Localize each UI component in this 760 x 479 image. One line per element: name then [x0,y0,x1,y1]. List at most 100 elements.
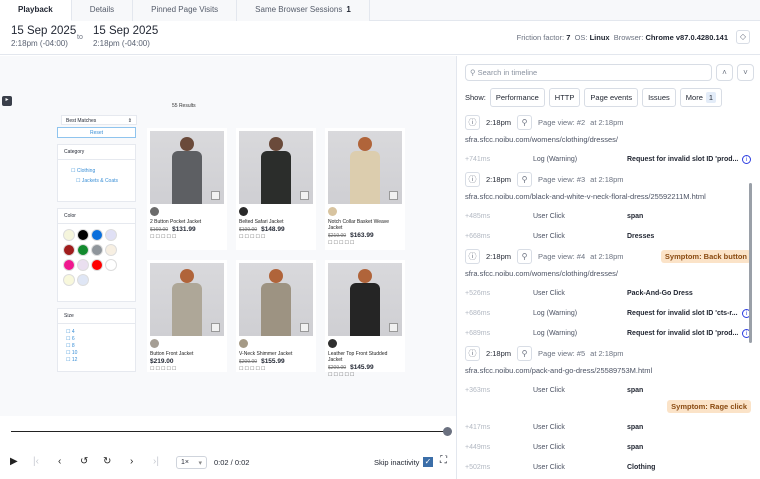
filter-http[interactable]: HTTP [548,88,581,107]
reset-button[interactable]: Reset [57,127,136,138]
chevron-down-icon[interactable]: ˅ [737,64,754,81]
color-chip[interactable] [150,207,159,216]
clock-icon[interactable]: ⓘ [465,115,480,130]
category-clothing[interactable]: ☐ Clothing [71,166,135,176]
tag-button[interactable]: ◇ [736,30,750,44]
tab-details[interactable]: Details [71,0,134,21]
product-image[interactable] [239,263,313,336]
product-image[interactable] [150,131,224,204]
speed-select[interactable]: 1× ▾ [176,456,207,469]
page-view-row[interactable]: ⓘ 2:18pm ⚲ Page view: #4 at 2:18pm Symptom: B… [465,246,751,267]
prev-icon[interactable]: ‹ [58,456,61,467]
page-view-row[interactable]: ⓘ 2:18pm ⚲ Page view: #2 at 2:18pm [465,112,745,133]
color-chip[interactable] [328,339,337,348]
page-view-row[interactable]: ⓘ 2:18pm ⚲ Page view: #5 at 2:18pm [465,343,745,364]
next-icon[interactable]: › [130,456,133,467]
event-row[interactable]: +741ms Log (Warning) Request for invalid s… [465,149,751,169]
info-icon[interactable]: i [742,154,751,164]
page-url[interactable]: sfra.sfcc.noibu.com/womens/clothing/dres… [465,133,745,149]
event-row[interactable]: +449ms User Click span [465,437,745,457]
clock-icon[interactable]: ⓘ [465,172,480,187]
size-option[interactable]: ☐ 10 [66,349,135,356]
product-image[interactable] [239,131,313,204]
filter-more[interactable]: More 1 [679,88,723,107]
color-swatch[interactable] [105,229,117,241]
product-card[interactable]: 2 Button Pocket Jacket $169.00 $131.99 ☐☐☐☐… [147,128,227,250]
skip-inactivity-checkbox[interactable]: ✓ [423,457,433,467]
page-view-row[interactable]: ⓘ 2:18pm ⚲ Page view: #3 at 2:18pm [465,169,745,190]
tab-pinned-page-visits[interactable]: Pinned Page Visits [133,0,238,21]
page-url[interactable]: sfra.sfcc.noibu.com/pack-and-go-dress/25… [465,364,745,380]
event-row[interactable]: +363ms User Click span [465,380,745,400]
fullscreen-icon[interactable]: ⛶ [440,455,447,466]
product-name[interactable]: Belted Safari Jacket [236,218,316,226]
color-chip[interactable] [239,207,248,216]
event-row[interactable]: +526ms User Click Pack-And-Go Dress [465,283,745,303]
clock-icon[interactable]: ⓘ [465,249,480,264]
size-option[interactable]: ☐ 8 [66,342,135,349]
event-row[interactable]: +668ms User Click Dresses [465,226,745,246]
event-row[interactable]: +689ms Log (Warning) Request for invalid s… [465,323,751,343]
progress-handle[interactable] [443,427,452,436]
size-option[interactable]: ☐ 6 [66,335,135,342]
color-swatch[interactable] [77,274,89,286]
color-swatch[interactable] [91,244,103,256]
tab-same-browser-sessions[interactable]: Same Browser Sessions 1 [237,0,370,21]
event-row[interactable]: +502ms User Click Clothing [465,457,745,477]
color-swatch[interactable] [91,229,103,241]
play-icon[interactable]: ▶ [10,456,18,467]
pin-icon[interactable]: ⚲ [517,346,533,361]
product-image[interactable] [150,263,224,336]
pin-icon[interactable]: ⚲ [517,115,533,130]
skip-start-icon[interactable]: |‹ [33,456,39,467]
size-option[interactable]: ☐ 12 [66,356,135,363]
color-swatch[interactable] [63,229,75,241]
product-image[interactable] [328,263,402,336]
color-swatch[interactable] [63,274,75,286]
clock-icon[interactable]: ⓘ [465,346,480,361]
product-name[interactable]: Button Front Jacket [147,350,227,358]
category-jackets[interactable]: ☐ Jackets & Coats [71,176,135,186]
event-row[interactable]: +485ms User Click span [465,206,745,226]
progress-track[interactable] [11,431,448,432]
pin-icon[interactable]: ⚲ [517,249,533,264]
product-image[interactable] [328,131,402,204]
product-name[interactable]: 2 Button Pocket Jacket [147,218,227,226]
rewind-icon[interactable]: ↺ [80,456,88,467]
product-card[interactable]: V-Neck Shimmer Jacket $209.00 $155.99 ☐☐☐☐☐ [236,260,316,372]
quick-view-icon[interactable] [389,323,398,332]
color-swatch[interactable] [63,244,75,256]
quick-view-icon[interactable] [300,323,309,332]
page-url[interactable]: sfra.sfcc.noibu.com/black-and-white-v-ne… [465,190,745,206]
event-row[interactable]: +417ms User Click span [465,417,745,437]
product-name[interactable]: Notch Collar Basket Weave Jacket [325,218,405,232]
color-swatch[interactable] [77,259,89,271]
color-swatch[interactable] [91,259,103,271]
filter-performance[interactable]: Performance [489,88,545,107]
color-swatch[interactable] [77,229,89,241]
quick-view-icon[interactable] [211,323,220,332]
product-card[interactable]: Notch Collar Basket Weave Jacket $219.00 $… [325,128,405,250]
color-swatch[interactable] [105,259,117,271]
product-name[interactable]: V-Neck Shimmer Jacket [236,350,316,358]
tab-playback[interactable]: Playback [0,0,72,21]
quick-view-icon[interactable] [389,191,398,200]
product-card[interactable]: Leather Top Front Studded Jacket $209.00 $… [325,260,405,378]
color-swatch[interactable] [63,259,75,271]
color-chip[interactable] [150,339,159,348]
chevron-up-icon[interactable]: ˄ [716,64,733,81]
timeline-search-input[interactable]: ⚲ Search in timeline [465,64,712,81]
skip-end-icon[interactable]: ›| [153,456,159,467]
forward-icon[interactable]: ↻ [103,456,111,467]
color-swatch[interactable] [77,244,89,256]
quick-view-icon[interactable] [211,191,220,200]
sort-select[interactable]: Best Matches ⇕ [61,115,137,125]
quick-view-icon[interactable] [300,191,309,200]
product-card[interactable]: Belted Safari Jacket $199.00 $148.99 ☐☐☐☐☐ [236,128,316,250]
filter-page-events[interactable]: Page events [584,88,639,107]
product-card[interactable]: Button Front Jacket $219.00 ☐☐☐☐☐ [147,260,227,372]
page-url[interactable]: sfra.sfcc.noibu.com/womens/clothing/dres… [465,267,745,283]
product-name[interactable]: Leather Top Front Studded Jacket [325,350,405,364]
color-swatch[interactable] [105,244,117,256]
color-chip[interactable] [239,339,248,348]
